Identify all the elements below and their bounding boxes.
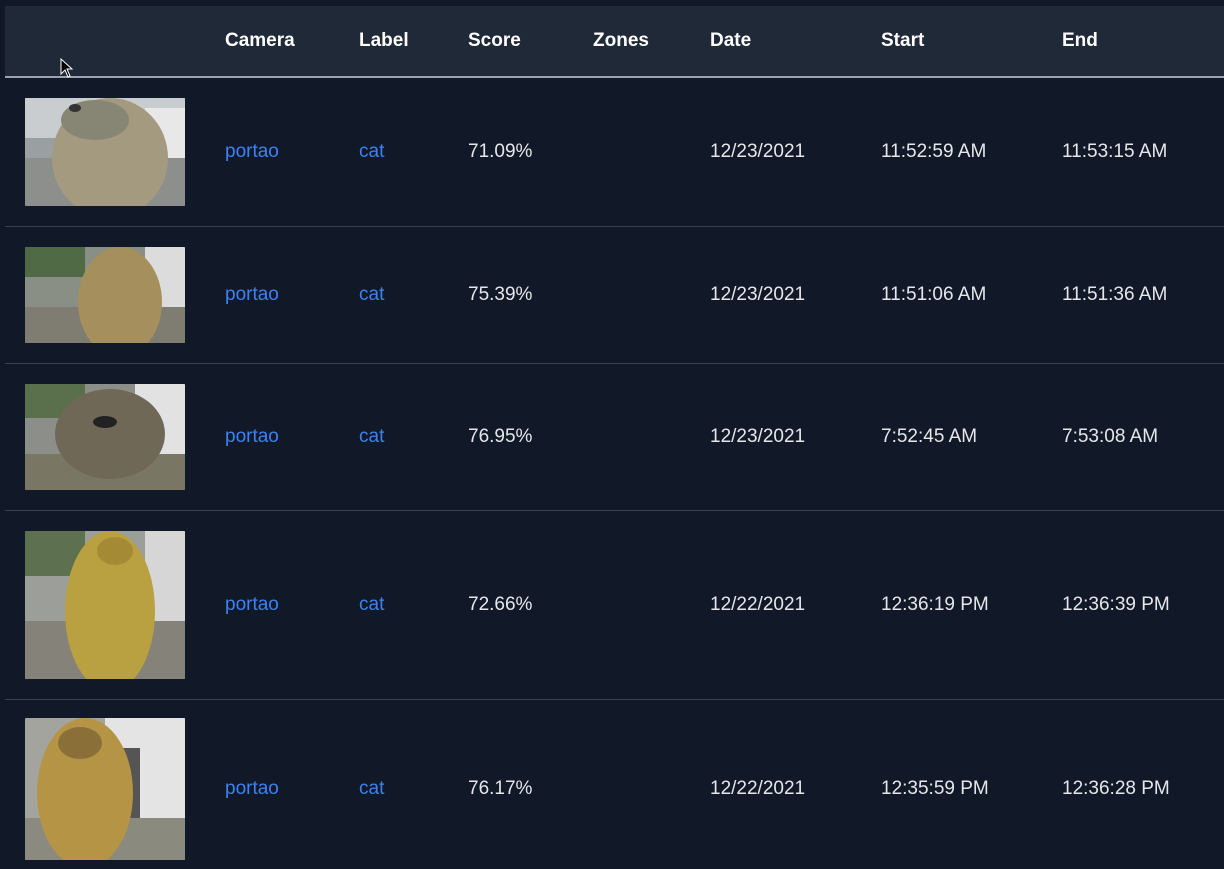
camera-link[interactable]: portao [225, 778, 279, 799]
end-cell: 11:51:36 AM [1062, 226, 1224, 364]
label-link[interactable]: cat [359, 778, 384, 799]
date-cell: 12/23/2021 [710, 77, 881, 227]
label-cell[interactable]: cat [359, 510, 468, 700]
header-zones: Zones [593, 6, 710, 78]
event-thumbnail[interactable] [25, 246, 185, 343]
date-cell: 12/23/2021 [710, 363, 881, 511]
event-thumbnail[interactable] [25, 718, 185, 860]
label-link[interactable]: cat [359, 141, 384, 162]
zones-cell [593, 77, 710, 227]
score-cell: 72.66% [468, 510, 593, 700]
header-thumbnail [5, 6, 225, 78]
start-cell: 11:52:59 AM [881, 77, 1062, 227]
camera-link[interactable]: portao [225, 141, 279, 162]
table-row[interactable]: portao cat 76.17% 12/22/2021 12:35:59 PM… [5, 699, 1224, 869]
date-cell: 12/23/2021 [710, 226, 881, 364]
label-cell[interactable]: cat [359, 699, 468, 869]
end-cell: 12:36:39 PM [1062, 510, 1224, 700]
start-cell: 12:35:59 PM [881, 699, 1062, 869]
camera-link[interactable]: portao [225, 284, 279, 305]
date-cell: 12/22/2021 [710, 699, 881, 869]
header-end: End [1062, 6, 1224, 78]
camera-cell[interactable]: portao [225, 226, 359, 364]
event-thumbnail[interactable] [25, 383, 185, 490]
header-label: Label [359, 6, 468, 78]
thumbnail-cell [5, 510, 225, 700]
end-cell: 7:53:08 AM [1062, 363, 1224, 511]
label-link[interactable]: cat [359, 426, 384, 447]
label-cell[interactable]: cat [359, 226, 468, 364]
score-cell: 71.09% [468, 77, 593, 227]
camera-cell[interactable]: portao [225, 77, 359, 227]
header-score: Score [468, 6, 593, 78]
table-row[interactable]: portao cat 76.95% 12/23/2021 7:52:45 AM … [5, 363, 1224, 511]
label-cell[interactable]: cat [359, 363, 468, 511]
events-table: Camera Label Score Zones Date Start End [5, 6, 1224, 869]
end-cell: 12:36:28 PM [1062, 699, 1224, 869]
label-link[interactable]: cat [359, 594, 384, 615]
table-header-row: Camera Label Score Zones Date Start End [5, 6, 1224, 78]
label-link[interactable]: cat [359, 284, 384, 305]
score-cell: 76.17% [468, 699, 593, 869]
camera-link[interactable]: portao [225, 426, 279, 447]
start-cell: 11:51:06 AM [881, 226, 1062, 364]
score-cell: 75.39% [468, 226, 593, 364]
camera-cell[interactable]: portao [225, 699, 359, 869]
zones-cell [593, 226, 710, 364]
event-thumbnail[interactable] [25, 530, 185, 679]
thumbnail-cell [5, 699, 225, 869]
camera-link[interactable]: portao [225, 594, 279, 615]
end-cell: 11:53:15 AM [1062, 77, 1224, 227]
events-table-container: Camera Label Score Zones Date Start End [5, 6, 1224, 869]
zones-cell [593, 363, 710, 511]
header-start: Start [881, 6, 1062, 78]
table-row[interactable]: portao cat 71.09% 12/23/2021 11:52:59 AM… [5, 77, 1224, 227]
start-cell: 12:36:19 PM [881, 510, 1062, 700]
date-cell: 12/22/2021 [710, 510, 881, 700]
table-row[interactable]: portao cat 72.66% 12/22/2021 12:36:19 PM… [5, 510, 1224, 700]
score-cell: 76.95% [468, 363, 593, 511]
thumbnail-cell [5, 77, 225, 227]
zones-cell [593, 510, 710, 700]
table-row[interactable]: portao cat 75.39% 12/23/2021 11:51:06 AM… [5, 226, 1224, 364]
camera-cell[interactable]: portao [225, 363, 359, 511]
zones-cell [593, 699, 710, 869]
start-cell: 7:52:45 AM [881, 363, 1062, 511]
camera-cell[interactable]: portao [225, 510, 359, 700]
thumbnail-cell [5, 226, 225, 364]
label-cell[interactable]: cat [359, 77, 468, 227]
event-thumbnail[interactable] [25, 97, 185, 206]
header-camera: Camera [225, 6, 359, 78]
header-date: Date [710, 6, 881, 78]
thumbnail-cell [5, 363, 225, 511]
